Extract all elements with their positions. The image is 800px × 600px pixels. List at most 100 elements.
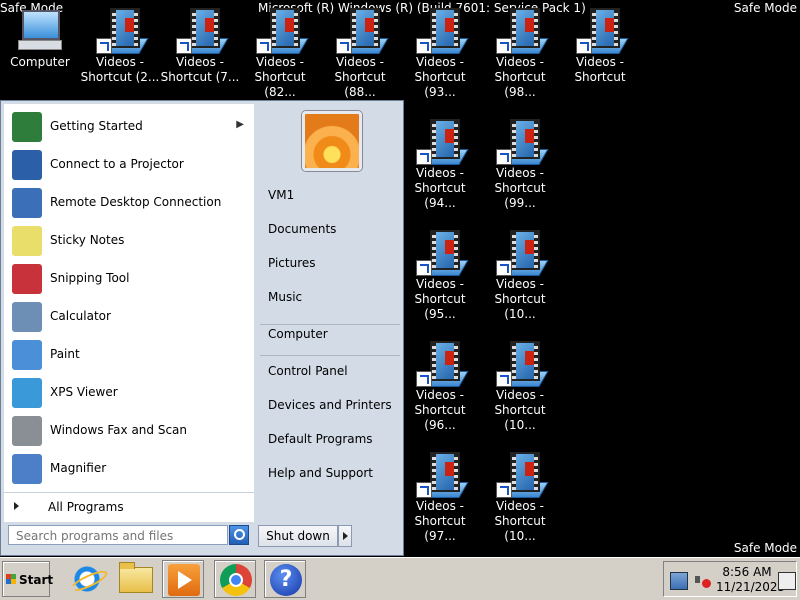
help-button[interactable]: ? <box>264 560 306 598</box>
shortcut-arrow-icon <box>576 38 592 54</box>
magnifier-icon <box>12 454 42 484</box>
video-shortcut-icon[interactable]: Videos - Shortcut (99... <box>480 111 560 211</box>
getting-started-icon <box>12 112 42 142</box>
shortcut-label: Videos - <box>495 499 545 513</box>
shut-down-button[interactable]: Shut down <box>258 525 338 547</box>
all-programs-label: All Programs <box>48 500 124 514</box>
computer-icon <box>16 6 64 54</box>
all-programs-button[interactable]: All Programs <box>4 492 254 521</box>
xps-viewer-icon <box>12 378 42 408</box>
link-control-panel[interactable]: Control Panel <box>268 364 348 378</box>
start-search-box[interactable] <box>8 525 228 545</box>
chrome-icon <box>220 564 252 596</box>
shortcut-label: Shortcut (10... <box>494 514 546 543</box>
search-icon[interactable] <box>229 525 249 545</box>
scissors-icon <box>12 264 42 294</box>
video-shortcut-icon[interactable]: Videos - Shortcut (10... <box>480 222 560 322</box>
shortcut-label: Shortcut (7... <box>160 70 240 84</box>
video-shortcut-icon[interactable]: Videos - Shortcut (10... <box>480 444 560 544</box>
program-item[interactable]: Connect to a Projector <box>4 146 254 184</box>
right-pane-divider <box>260 355 400 356</box>
network-icon[interactable] <box>670 572 688 590</box>
video-shortcut-icon[interactable]: Videos - Shortcut (88... <box>320 0 400 100</box>
program-label: Connect to a Projector <box>50 157 184 171</box>
video-shortcut-icon <box>416 228 469 276</box>
shortcut-arrow-icon <box>496 371 512 387</box>
media-player-button[interactable] <box>162 560 204 598</box>
windows-explorer-button[interactable] <box>114 560 156 598</box>
link-documents[interactable]: Documents <box>268 222 336 236</box>
shut-down-options-button[interactable] <box>338 525 352 547</box>
link-vm1[interactable]: VM1 <box>268 188 294 202</box>
video-shortcut-icon <box>256 6 309 54</box>
video-shortcut-icon[interactable]: Videos - Shortcut (96... <box>400 333 480 433</box>
clock-date: 11/21/2023 <box>716 580 786 594</box>
program-item[interactable]: Paint <box>4 336 254 374</box>
shortcut-label: Videos - <box>415 166 465 180</box>
video-shortcut-icon[interactable]: Videos - Shortcut (82... <box>240 0 320 100</box>
shortcut-label: Videos - <box>495 55 545 69</box>
computer-desktop-icon[interactable]: Computer <box>0 0 80 70</box>
video-shortcut-icon <box>96 6 149 54</box>
video-shortcut-icon[interactable]: Videos - Shortcut (95... <box>400 222 480 322</box>
safe-mode-label-top-right: Safe Mode <box>733 1 797 15</box>
projector-icon <box>12 150 42 180</box>
shortcut-arrow-icon <box>96 38 112 54</box>
shortcut-label: Shortcut (99... <box>494 181 546 210</box>
media-player-icon <box>168 564 200 596</box>
shortcut-label: Videos - <box>415 55 465 69</box>
program-item[interactable]: Magnifier <box>4 450 254 488</box>
shortcut-arrow-icon <box>496 38 512 54</box>
video-shortcut-icon[interactable]: Videos - Shortcut (98... <box>480 0 560 100</box>
video-shortcut-icon[interactable]: Videos - Shortcut (94... <box>400 111 480 211</box>
internet-explorer-button[interactable] <box>66 560 108 598</box>
program-item[interactable]: Snipping Tool <box>4 260 254 298</box>
shortcut-label: Shortcut <box>574 70 626 84</box>
shortcut-arrow-icon <box>336 38 352 54</box>
program-item[interactable]: XPS Viewer <box>4 374 254 412</box>
video-shortcut-icon <box>496 228 549 276</box>
program-label: Snipping Tool <box>50 271 130 285</box>
video-shortcut-icon <box>496 6 549 54</box>
shortcut-label: Shortcut (95... <box>414 292 466 321</box>
safe-mode-label-bottom-right: Safe Mode <box>733 541 797 555</box>
start-menu: Getting Started ▶ Connect to a Projector Re… <box>0 100 404 556</box>
video-shortcut-icon <box>496 450 549 498</box>
shortcut-label: Videos - <box>255 55 305 69</box>
shortcut-label: Videos - <box>415 499 465 513</box>
program-item[interactable]: Getting Started ▶ <box>4 108 254 146</box>
shortcut-arrow-icon <box>256 38 272 54</box>
link-devices-printers[interactable]: Devices and Printers <box>268 398 392 412</box>
program-item[interactable]: Windows Fax and Scan <box>4 412 254 450</box>
video-shortcut-icon[interactable]: Videos - Shortcut (97... <box>400 444 480 544</box>
video-shortcut-icon <box>336 6 389 54</box>
video-shortcut-icon[interactable]: Videos - Shortcut (93... <box>400 0 480 100</box>
clock[interactable]: 8:56 AM 11/21/2023 <box>716 565 786 595</box>
video-shortcut-icon <box>576 6 629 54</box>
show-desktop-icon[interactable] <box>778 572 796 590</box>
link-music[interactable]: Music <box>268 290 302 304</box>
folder-icon <box>119 562 153 593</box>
video-shortcut-icon[interactable]: Videos - Shortcut <box>560 0 640 85</box>
program-item[interactable]: Calculator <box>4 298 254 336</box>
video-shortcut-icon[interactable]: Videos - Shortcut (10... <box>480 333 560 433</box>
volume-muted-icon[interactable] <box>694 572 711 588</box>
video-shortcut-icon[interactable]: Videos - Shortcut (7... <box>160 0 240 85</box>
link-help-support[interactable]: Help and Support <box>268 466 373 480</box>
search-input[interactable] <box>14 527 226 545</box>
program-label: Remote Desktop Connection <box>50 195 222 209</box>
program-item[interactable]: Sticky Notes <box>4 222 254 260</box>
start-button[interactable]: Start <box>2 561 53 597</box>
shortcut-label: Shortcut (82... <box>254 70 306 99</box>
program-item[interactable]: Remote Desktop Connection <box>4 184 254 222</box>
link-computer[interactable]: Computer <box>268 327 328 341</box>
user-avatar[interactable] <box>302 111 362 171</box>
link-pictures[interactable]: Pictures <box>268 256 316 270</box>
remote-desktop-icon <box>12 188 42 218</box>
chrome-button[interactable] <box>214 560 256 598</box>
expand-arrow-icon <box>14 502 19 510</box>
shortcut-arrow-icon <box>496 482 512 498</box>
shortcut-label: Shortcut (98... <box>494 70 546 99</box>
video-shortcut-icon[interactable]: Videos - Shortcut (2... <box>80 0 160 85</box>
link-default-programs[interactable]: Default Programs <box>268 432 373 446</box>
